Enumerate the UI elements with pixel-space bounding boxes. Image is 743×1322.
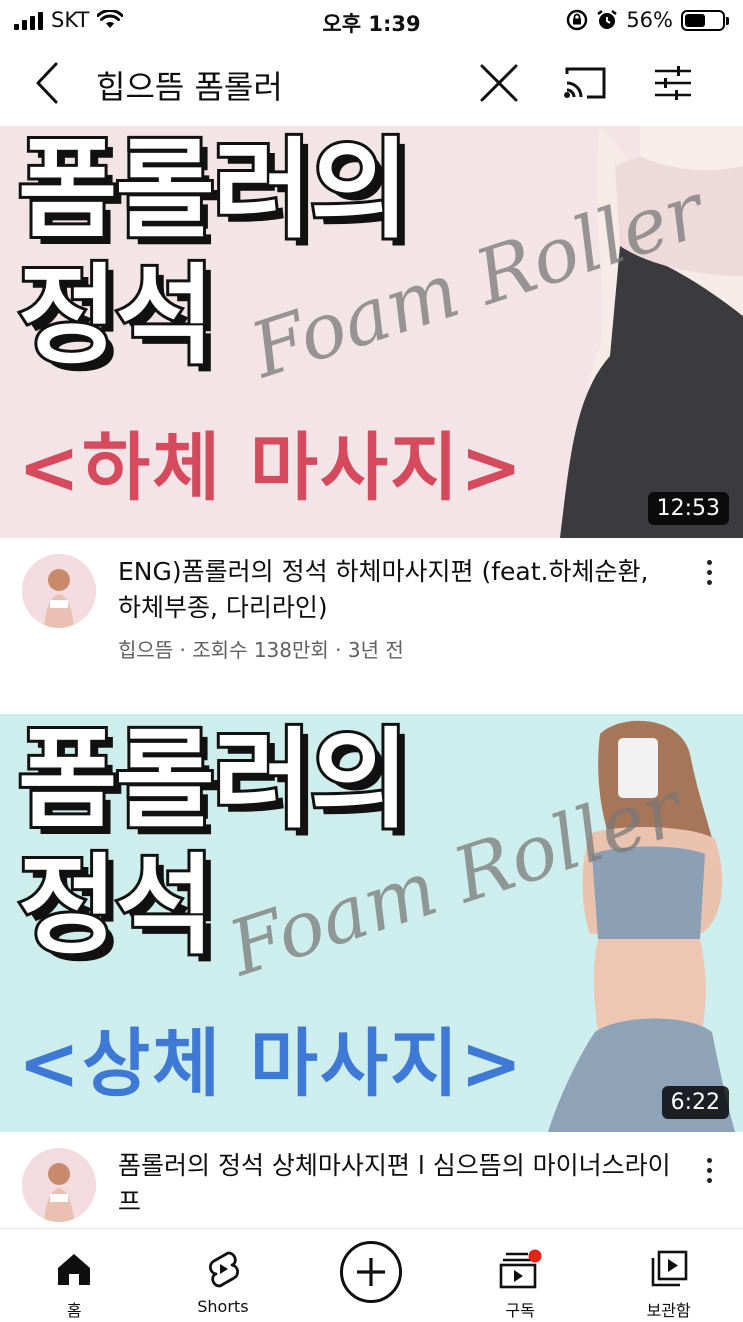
battery-icon: [681, 9, 729, 31]
nav-shorts-label: Shorts: [197, 1297, 249, 1316]
bottom-navigation: 홈 Shorts 구독 보관함: [0, 1228, 743, 1322]
nav-home-label: 홈: [66, 1301, 82, 1320]
channel-avatar[interactable]: [22, 1148, 96, 1222]
back-icon: [36, 62, 58, 104]
nav-create[interactable]: [297, 1229, 446, 1322]
filter-button[interactable]: [648, 58, 698, 108]
library-icon: [651, 1250, 687, 1287]
clear-search-button[interactable]: [474, 58, 524, 108]
channel-avatar[interactable]: [22, 554, 96, 628]
video-title[interactable]: 폼롤러의 정석 상체마사지편 l 심으뜸의 마이너스라이프: [118, 1148, 678, 1220]
thumbnail-subtitle: <하체 마사지>: [18, 425, 525, 511]
rotation-lock-icon: [567, 9, 588, 31]
video-meta: ENG)폼롤러의 정석 하체마사지편 (feat.하체순환, 하체부종, 다리라…: [0, 538, 743, 668]
nav-subscriptions[interactable]: 구독: [446, 1229, 595, 1322]
nav-shorts[interactable]: Shorts: [149, 1229, 298, 1322]
shorts-icon: [208, 1251, 239, 1288]
more-options-button[interactable]: [699, 1158, 719, 1183]
nav-home[interactable]: 홈: [0, 1229, 149, 1322]
thumbnail-title-line1: 폼롤러의: [15, 718, 412, 843]
notification-dot: [528, 1249, 542, 1263]
video-channel-stats: 힙으뜸 · 조회수 138만회 · 3년 전: [118, 638, 404, 662]
nav-library-label: 보관함: [646, 1301, 691, 1320]
video-thumbnail[interactable]: Foam Roller 폼롤러의 정석 <하체 마사지> 12:53: [0, 126, 743, 538]
nav-library[interactable]: 보관함: [594, 1229, 743, 1322]
battery-percent: 56%: [626, 8, 673, 32]
video-title[interactable]: ENG)폼롤러의 정석 하체마사지편 (feat.하체순환, 하체부종, 다리라…: [118, 554, 678, 626]
thumbnail-subtitle: <상체 마사지>: [18, 1021, 525, 1107]
duration-badge: 6:22: [661, 1086, 729, 1119]
subscriptions-icon: [499, 1249, 542, 1289]
alarm-icon: [597, 10, 618, 29]
video-thumbnail[interactable]: Foam Roller 폼롤러의 정석 <상체 마사지> 6:22: [0, 714, 743, 1132]
video-meta: 폼롤러의 정석 상체마사지편 l 심으뜸의 마이너스라이프: [0, 1132, 743, 1228]
cast-button[interactable]: [560, 58, 610, 108]
back-button[interactable]: [22, 58, 72, 108]
thumbnail-title-line1: 폼롤러의: [15, 128, 412, 253]
duration-badge: 12:53: [647, 492, 729, 525]
status-bar: SKT 오후 1:39 56%: [0, 0, 743, 42]
home-icon: [58, 1254, 91, 1285]
search-header: 힙으뜸 폼롤러: [0, 42, 743, 126]
create-plus-icon: [340, 1241, 403, 1303]
thumbnail-title-line2: 정석: [15, 254, 218, 379]
search-query[interactable]: 힙으뜸 폼롤러: [96, 62, 283, 108]
more-options-button[interactable]: [699, 560, 719, 585]
cast-icon: [564, 67, 606, 99]
filter-icon: [655, 66, 691, 100]
clear-icon: [480, 64, 518, 102]
nav-subscriptions-label: 구독: [505, 1301, 535, 1320]
thumbnail-title-line2: 정석: [15, 844, 218, 969]
status-right: 56%: [566, 8, 729, 32]
